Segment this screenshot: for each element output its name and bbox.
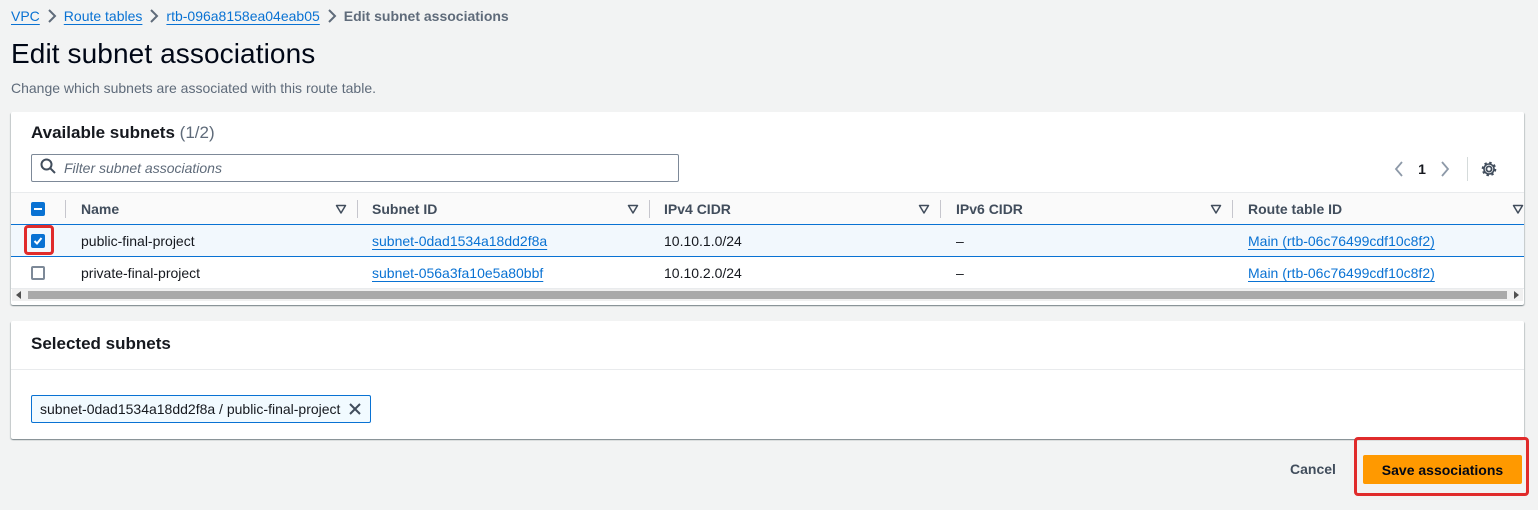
- route-table-link[interactable]: Main (rtb-06c76499cdf10c8f2): [1248, 265, 1435, 281]
- row-checkbox[interactable]: [31, 265, 45, 280]
- page-description: Change which subnets are associated with…: [11, 80, 376, 96]
- available-subnets-panel: Available subnets (1/2) 1 Name: [11, 112, 1524, 305]
- column-route-table-label: Route table ID: [1248, 201, 1343, 217]
- column-divider: [1232, 200, 1233, 218]
- search-icon: [40, 158, 56, 179]
- section-divider: [11, 369, 1524, 370]
- subnet-id-link[interactable]: subnet-056a3fa10e5a80bbf: [372, 265, 543, 281]
- breadcrumb-vpc-link[interactable]: VPC: [11, 8, 40, 24]
- column-divider: [357, 200, 358, 218]
- scroll-left-icon[interactable]: [12, 289, 26, 301]
- gear-icon[interactable]: [1478, 158, 1500, 180]
- column-name-label: Name: [81, 201, 120, 217]
- next-page-icon[interactable]: [1435, 157, 1455, 181]
- pager-divider: [1467, 157, 1468, 181]
- ipv6-cidr: –: [956, 264, 964, 281]
- horizontal-scrollbar[interactable]: [12, 289, 1523, 301]
- row-select-cell[interactable]: [31, 257, 45, 288]
- ipv6-cidr: –: [956, 232, 964, 249]
- chevron-right-icon: [320, 9, 344, 23]
- selected-subnets-title: Selected subnets: [31, 334, 171, 353]
- column-name[interactable]: Name: [81, 193, 357, 225]
- breadcrumb-route-table-link[interactable]: rtb-096a8158ea04eab05: [166, 8, 319, 24]
- column-ipv6-label: IPv6 CIDR: [956, 201, 1023, 217]
- available-subnets-title: Available subnets (1/2): [31, 123, 215, 143]
- token-label: subnet-0dad1534a18dd2f8a / public-final-…: [40, 401, 341, 417]
- sort-down-icon[interactable]: [335, 202, 347, 218]
- subnets-table: Name Subnet ID IPv4 CIDR IPv6 CIDR Route…: [11, 192, 1524, 289]
- column-subnet-id[interactable]: Subnet ID: [372, 193, 649, 225]
- subnet-id-link[interactable]: subnet-0dad1534a18dd2f8a: [372, 233, 547, 249]
- subnet-name: public-final-project: [81, 232, 195, 249]
- route-table-link[interactable]: Main (rtb-06c76499cdf10c8f2): [1248, 233, 1435, 249]
- close-icon[interactable]: [348, 402, 362, 416]
- chevron-right-icon: [40, 9, 64, 23]
- selected-subnet-token: subnet-0dad1534a18dd2f8a / public-final-…: [31, 395, 372, 423]
- page-title: Edit subnet associations: [11, 38, 316, 69]
- filter-subnets-input[interactable]: [64, 160, 654, 176]
- sort-down-icon[interactable]: [627, 202, 639, 218]
- page-number[interactable]: 1: [1409, 161, 1435, 177]
- breadcrumb-current: Edit subnet associations: [343, 8, 509, 24]
- scroll-right-icon[interactable]: [1509, 289, 1523, 301]
- table-row[interactable]: public-final-project subnet-0dad1534a18d…: [11, 224, 1524, 257]
- ipv4-cidr: 10.10.1.0/24: [664, 232, 742, 249]
- cancel-button[interactable]: Cancel: [1280, 455, 1346, 483]
- column-ipv6-cidr[interactable]: IPv6 CIDR: [956, 193, 1232, 225]
- selection-count: (1/2): [179, 123, 215, 142]
- previous-page-icon[interactable]: [1389, 157, 1409, 181]
- table-header: Name Subnet ID IPv4 CIDR IPv6 CIDR Route…: [11, 192, 1524, 225]
- breadcrumb-route-tables-link[interactable]: Route tables: [64, 8, 143, 24]
- sort-down-icon[interactable]: [918, 202, 930, 218]
- sort-down-icon[interactable]: [1512, 202, 1524, 218]
- column-subnet-id-label: Subnet ID: [372, 201, 438, 217]
- select-all-checkbox[interactable]: [31, 193, 45, 225]
- checkbox-highlight: [24, 225, 54, 255]
- save-associations-button[interactable]: Save associations: [1363, 455, 1522, 484]
- column-divider: [940, 200, 941, 218]
- pagination: 1: [1389, 157, 1500, 181]
- filter-subnets-field[interactable]: [31, 154, 679, 182]
- selected-subnets-panel: Selected subnets subnet-0dad1534a18dd2f8…: [11, 321, 1524, 439]
- column-divider: [65, 200, 66, 218]
- scrollbar-thumb[interactable]: [28, 291, 1507, 299]
- column-ipv4-label: IPv4 CIDR: [664, 201, 731, 217]
- subnet-name: private-final-project: [81, 264, 201, 281]
- chevron-right-icon: [142, 9, 166, 23]
- ipv4-cidr: 10.10.2.0/24: [664, 264, 742, 281]
- column-ipv4-cidr[interactable]: IPv4 CIDR: [664, 193, 940, 225]
- breadcrumb: VPC Route tables rtb-096a8158ea04eab05 E…: [11, 6, 509, 26]
- sort-down-icon[interactable]: [1210, 202, 1222, 218]
- table-row[interactable]: private-final-project subnet-056a3fa10e5…: [11, 257, 1524, 289]
- column-divider: [649, 200, 650, 218]
- available-subnets-heading: Available subnets: [31, 123, 175, 142]
- indeterminate-checkbox[interactable]: [31, 202, 45, 216]
- column-route-table-id[interactable]: Route table ID: [1248, 193, 1524, 225]
